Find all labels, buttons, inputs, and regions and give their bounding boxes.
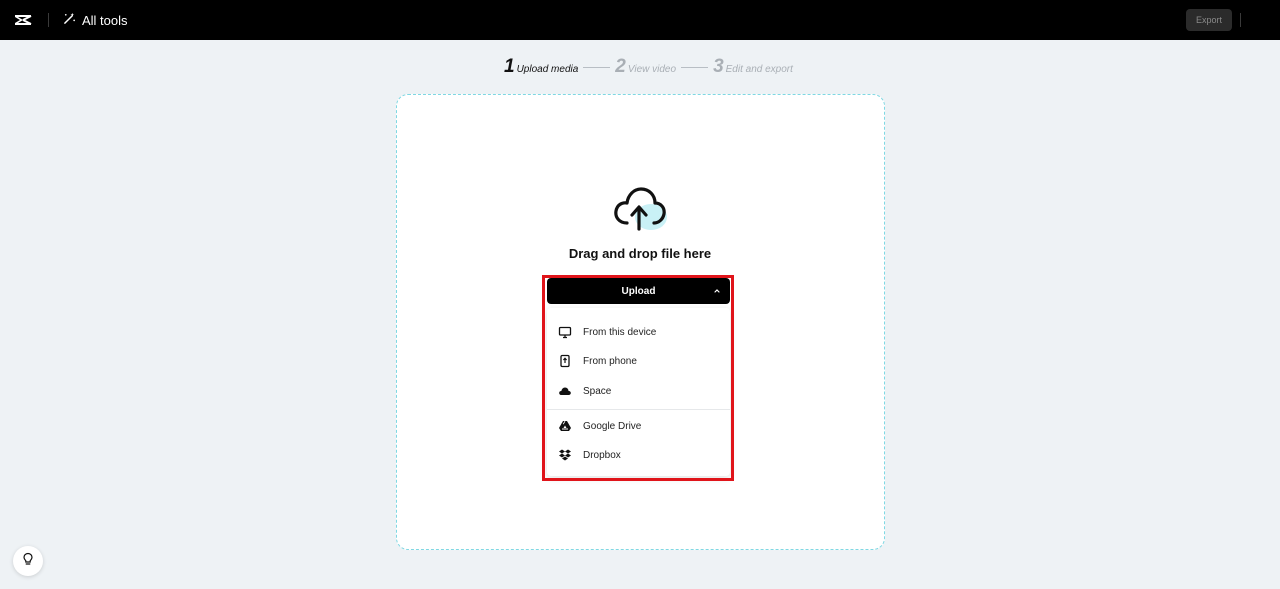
topbar-divider (48, 13, 49, 27)
drag-drop-text: Drag and drop file here (568, 246, 712, 261)
export-button[interactable]: Export (1186, 9, 1232, 31)
step-indicator: 1 Upload media 2 View video 3 Edit and e… (504, 56, 793, 78)
google-drive-icon (558, 419, 572, 433)
menu-item-dropbox[interactable]: Dropbox (547, 441, 730, 469)
menu-item-label: Dropbox (583, 449, 621, 461)
lightbulb-icon (21, 552, 35, 571)
menu-item-label: From phone (583, 355, 637, 367)
cloud-upload-icon (611, 185, 669, 233)
help-button[interactable] (13, 546, 43, 576)
phone-upload-icon (558, 354, 572, 368)
cloud-icon (558, 384, 572, 398)
step-view-video: 2 View video (615, 56, 676, 78)
step-label: View video (627, 64, 677, 75)
menu-item-space[interactable]: Space (547, 377, 730, 405)
step-number: 2 (615, 56, 626, 77)
step-connector (583, 66, 611, 68)
magic-wand-icon (63, 12, 76, 28)
menu-item-from-phone[interactable]: From phone (547, 347, 730, 375)
step-connector (681, 66, 709, 68)
upload-button[interactable]: Upload (547, 278, 730, 304)
step-edit-export: 3 Edit and export (713, 56, 793, 78)
step-label: Upload media (516, 64, 579, 75)
dropbox-icon (558, 448, 572, 462)
capcut-logo-icon[interactable] (14, 11, 32, 29)
step-number: 3 (713, 56, 724, 77)
upload-label: Upload (621, 285, 656, 297)
all-tools-label: All tools (82, 12, 128, 28)
step-label: Edit and export (725, 64, 793, 75)
topbar-divider (1240, 13, 1241, 27)
all-tools-button[interactable]: All tools (63, 12, 128, 28)
step-number: 1 (504, 56, 515, 77)
step-upload-media: 1 Upload media (504, 56, 578, 78)
top-bar: All tools Export (0, 0, 1280, 40)
monitor-icon (558, 325, 572, 339)
upload-menu: From this device From phone Space Google… (547, 308, 730, 476)
menu-item-google-drive[interactable]: Google Drive (547, 412, 730, 440)
chevron-up-icon (713, 287, 721, 295)
menu-item-label: Google Drive (583, 420, 642, 432)
menu-item-label: Space (583, 385, 612, 397)
menu-separator (547, 409, 730, 410)
menu-item-from-device[interactable]: From this device (547, 318, 730, 346)
menu-item-label: From this device (583, 326, 657, 338)
